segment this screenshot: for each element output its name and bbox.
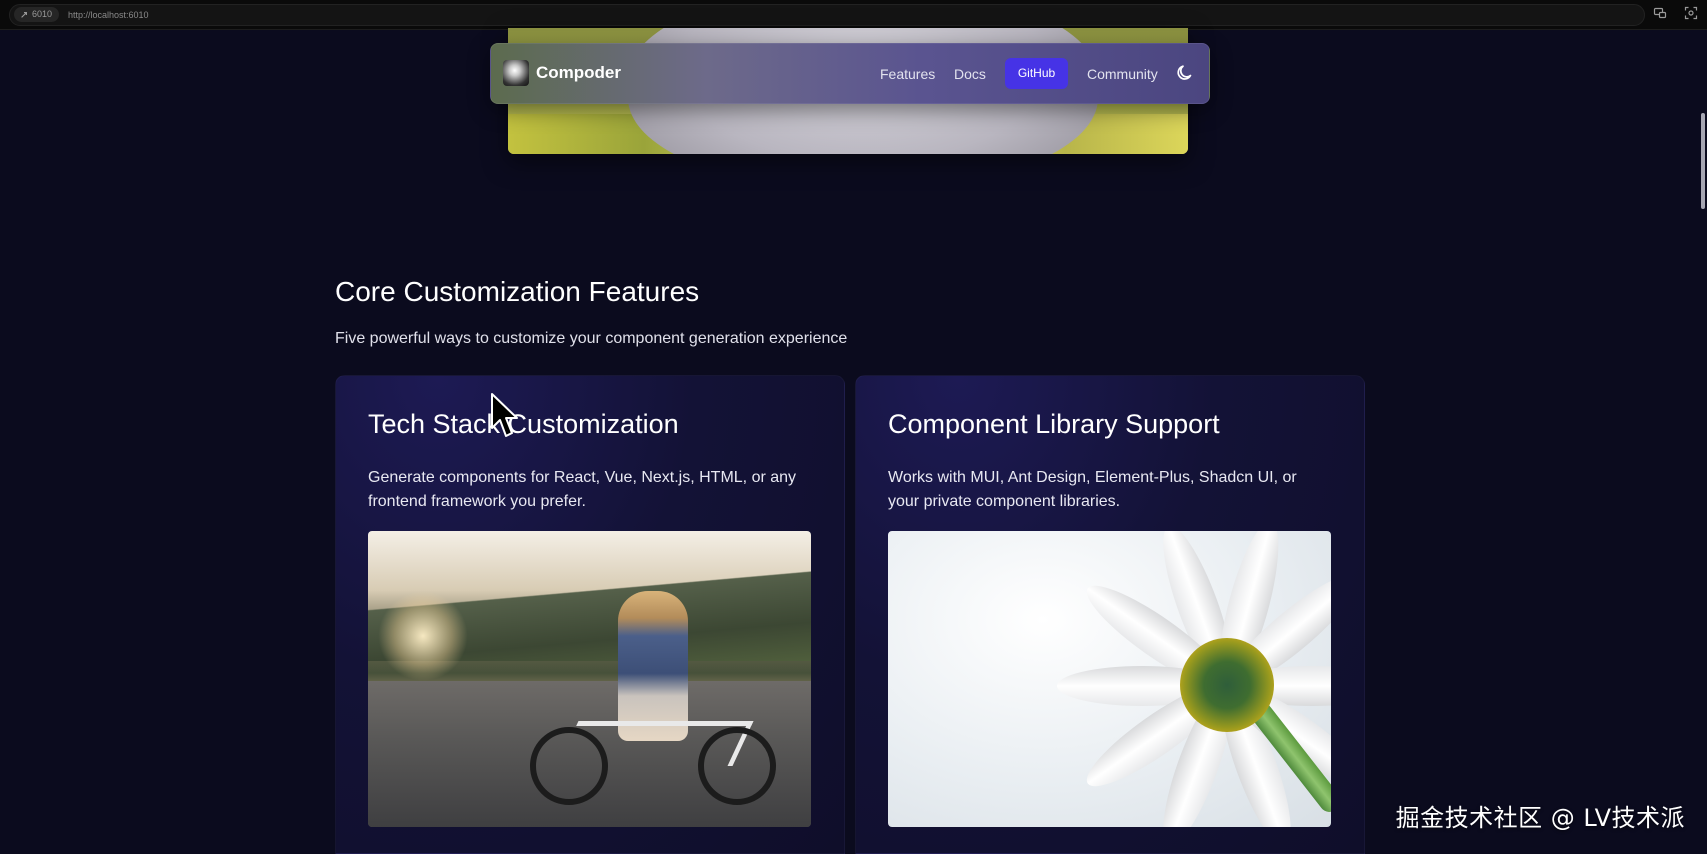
url-text[interactable]: http://localhost:6010 xyxy=(68,8,149,22)
feature-card-component-library[interactable]: Component Library Support Works with MUI… xyxy=(855,375,1365,854)
card-title: Tech Stack Customization xyxy=(368,409,679,439)
image-rider xyxy=(618,591,688,741)
screenshot-icon[interactable] xyxy=(1684,6,1698,20)
brand-name[interactable]: Compoder xyxy=(536,63,621,83)
card-title: Component Library Support xyxy=(888,409,1220,439)
image-bike-wheel xyxy=(530,727,608,805)
screens-icon[interactable] xyxy=(1653,6,1667,20)
watermark-text: 掘金技术社区 @ LV技术派 xyxy=(1395,804,1685,832)
image-sun xyxy=(378,591,468,681)
feature-card-tech-stack[interactable]: Tech Stack Customization Generate compon… xyxy=(335,375,845,854)
page-scrollbar-thumb[interactable] xyxy=(1701,113,1705,209)
top-navbar: Compoder Features Docs GitHub Community xyxy=(490,43,1210,104)
card-description: Works with MUI, Ant Design, Element-Plus… xyxy=(888,469,1297,510)
url-bar[interactable]: 6010 http://localhost:6010 xyxy=(9,4,1645,26)
moon-icon[interactable] xyxy=(1175,63,1195,83)
port-badge-label: 6010 xyxy=(32,9,53,19)
image-bike-wheel xyxy=(698,727,776,805)
section-subtitle: Five powerful ways to customize your com… xyxy=(335,330,848,347)
github-button[interactable]: GitHub xyxy=(1005,58,1068,89)
card-image-bike-rider xyxy=(368,531,811,827)
card-image-daisy xyxy=(888,531,1331,827)
nav-link-features[interactable]: Features xyxy=(880,66,935,82)
compoder-logo[interactable] xyxy=(503,60,529,86)
port-badge[interactable]: 6010 xyxy=(14,7,60,22)
nav-link-community[interactable]: Community xyxy=(1087,66,1158,82)
section-title: Core Customization Features xyxy=(335,276,700,307)
mouse-cursor-icon xyxy=(491,393,518,437)
card-description: Generate components for React, Vue, Next… xyxy=(368,469,797,510)
daisy-center xyxy=(1180,638,1274,732)
browser-address-bar: 6010 http://localhost:6010 xyxy=(0,0,1707,30)
link-icon xyxy=(21,11,27,18)
nav-link-docs[interactable]: Docs xyxy=(954,66,986,82)
